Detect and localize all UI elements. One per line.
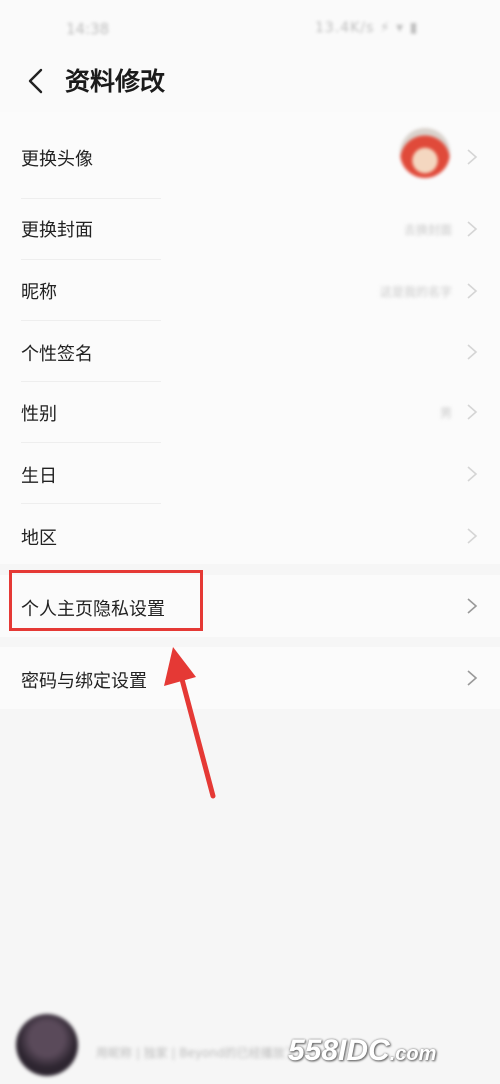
row-value: 这是我的名字 bbox=[379, 285, 452, 299]
watermark-suffix: .com bbox=[389, 1043, 437, 1065]
row-label: 密码与绑定设置 bbox=[21, 671, 147, 692]
row-value: 男 bbox=[439, 406, 452, 420]
chevron-right-icon bbox=[467, 466, 478, 482]
row-label: 生日 bbox=[21, 466, 57, 487]
mini-player-avatar[interactable] bbox=[16, 1014, 78, 1076]
row-label: 地区 bbox=[21, 528, 57, 549]
row-signature[interactable]: 个性签名 bbox=[0, 320, 500, 382]
chevron-right-icon bbox=[467, 404, 478, 420]
row-label: 更换头像 bbox=[21, 149, 93, 170]
row-label: 更换封面 bbox=[21, 220, 93, 241]
chevron-right-icon bbox=[467, 528, 478, 544]
mini-player-text[interactable]: 用昵称 | 独家 | Beyond的已经播放了 bbox=[96, 1044, 297, 1061]
row-value: 去换封面 bbox=[403, 223, 452, 237]
chevron-right-icon bbox=[467, 598, 478, 614]
status-icons: 13.4K/s ⚡ ▾ ▮ bbox=[315, 20, 419, 36]
row-nickname[interactable]: 昵称 这是我的名字 bbox=[0, 259, 500, 321]
row-label: 性别 bbox=[21, 404, 57, 425]
watermark: 558IDC.com bbox=[288, 1034, 436, 1068]
status-bar: 14:38 13.4K/s ⚡ ▾ ▮ bbox=[0, 0, 500, 60]
row-birthday[interactable]: 生日 bbox=[0, 442, 500, 504]
header: 资料修改 bbox=[0, 52, 500, 112]
chevron-right-icon bbox=[467, 149, 478, 165]
row-region[interactable]: 地区 bbox=[0, 503, 500, 565]
row-change-cover[interactable]: 更换封面 去换封面 bbox=[0, 198, 500, 260]
chevron-right-icon bbox=[467, 344, 478, 360]
chevron-right-icon bbox=[467, 670, 478, 686]
chevron-right-icon bbox=[467, 221, 478, 237]
chevron-right-icon bbox=[467, 283, 478, 299]
row-gender[interactable]: 性别 男 bbox=[0, 381, 500, 443]
status-time: 14:38 bbox=[66, 20, 110, 38]
password-binding-row[interactable]: 密码与绑定设置 bbox=[0, 647, 500, 709]
highlight-box bbox=[9, 570, 203, 631]
page-title: 资料修改 bbox=[65, 67, 166, 96]
row-label: 个性签名 bbox=[21, 344, 93, 365]
watermark-main: 558IDC bbox=[288, 1034, 390, 1067]
row-label: 昵称 bbox=[21, 282, 57, 303]
avatar[interactable] bbox=[400, 128, 450, 178]
back-arrow-icon[interactable] bbox=[22, 66, 52, 96]
